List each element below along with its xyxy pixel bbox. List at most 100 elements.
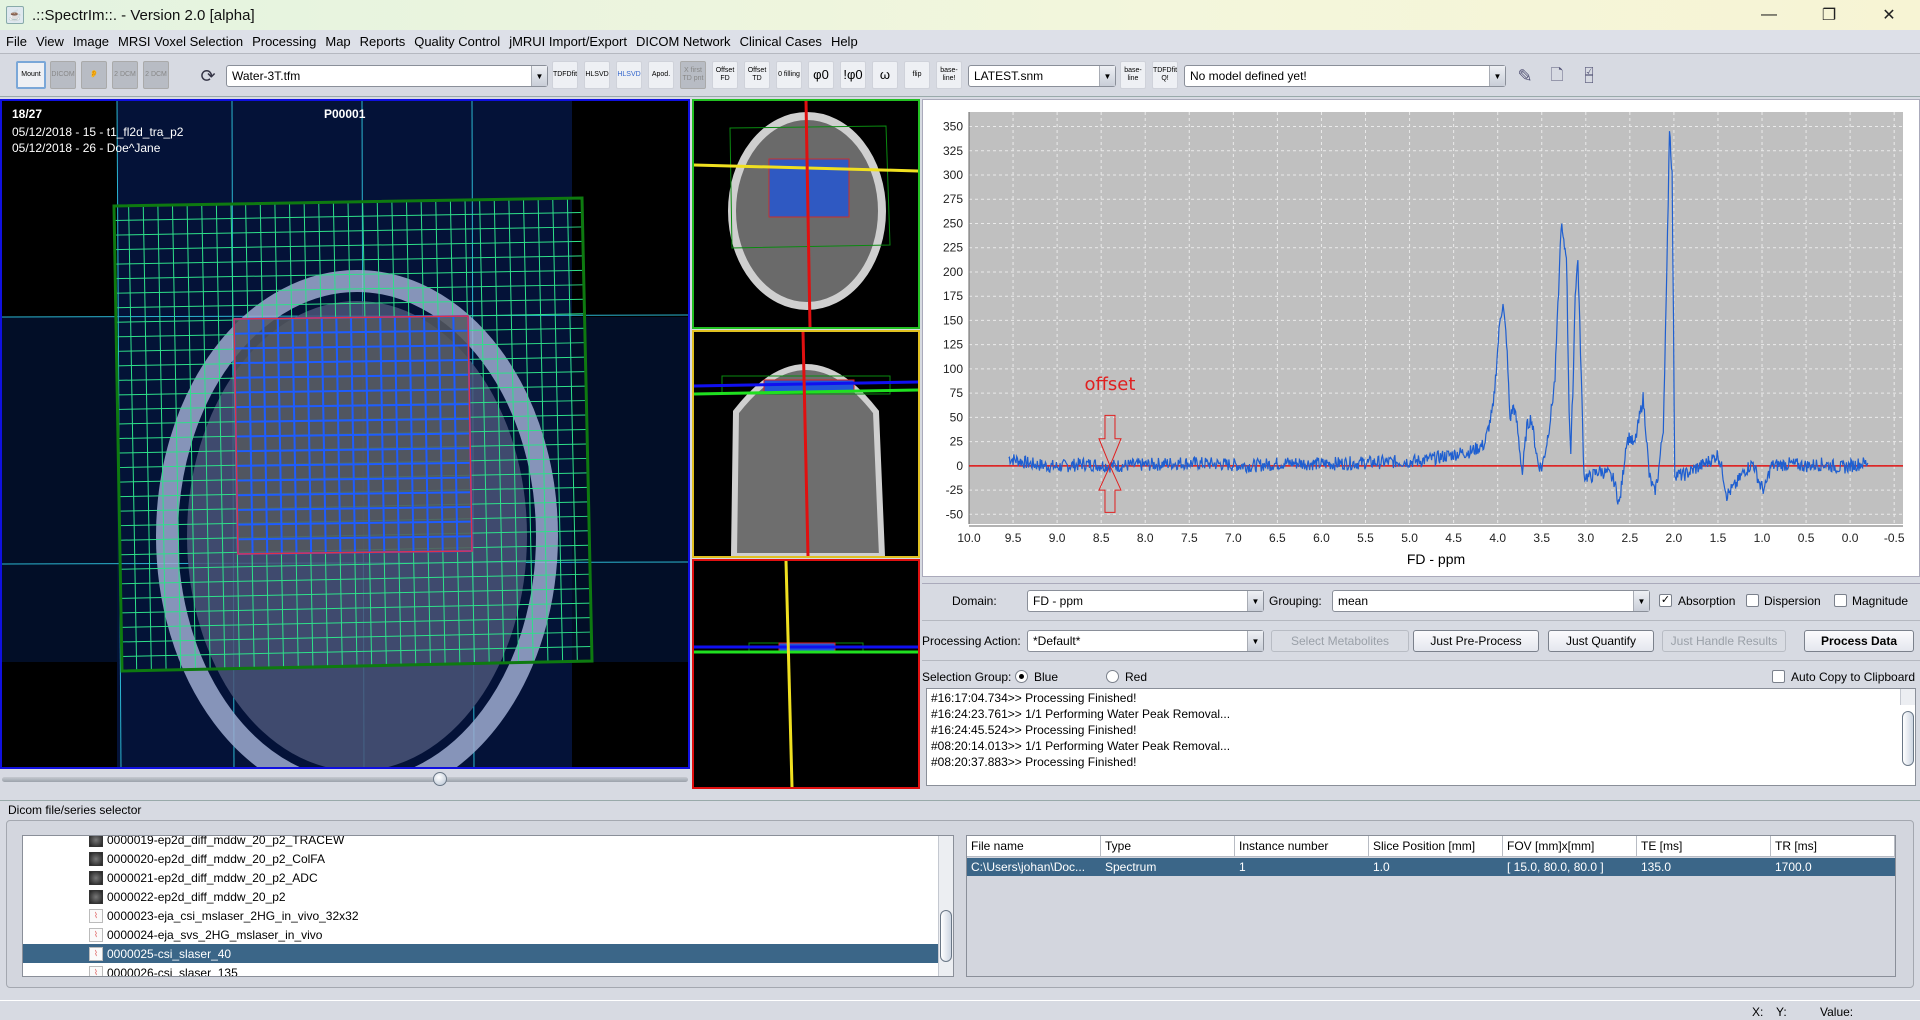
menu-mrsi-voxel-selection[interactable]: MRSI Voxel Selection [118,34,243,49]
menu-dicom-network[interactable]: DICOM Network [636,34,731,49]
slider-thumb[interactable] [432,772,447,786]
baseline-model-button[interactable]: base-line [1120,61,1146,89]
absorption-checkbox[interactable]: ✓ [1659,594,1672,607]
menu-view[interactable]: View [36,34,64,49]
series-list[interactable]: 0000019-ep2d_diff_mddw_20_p2_TRACEW 0000… [22,835,954,977]
x-tick-label: 1.0 [1754,531,1771,545]
scrollbar-thumb[interactable] [1902,711,1914,766]
mri-axial-image [2,101,688,767]
column-header-tr[interactable]: TR [ms] [1771,836,1895,857]
column-header-te[interactable]: TE [ms] [1637,836,1771,857]
grouping-select[interactable]: mean ▼ [1332,590,1650,612]
minimize-button[interactable]: — [1740,0,1798,30]
snm-file-select[interactable]: LATEST.snm ▼ [968,65,1116,87]
coronal-localizer-view[interactable] [692,330,920,558]
hlsvd-blue-button[interactable]: HLSVD [616,61,642,89]
just-handle-results-button[interactable]: Just Handle Results [1662,630,1786,652]
series-item[interactable]: 0000019-ep2d_diff_mddw_20_p2_TRACEW [23,836,941,849]
series-item[interactable]: ⌇ 0000026-csi_slaser_135 [23,963,941,976]
water-file-select[interactable]: Water-3T.tfm ▼ [226,65,548,87]
refresh-button[interactable]: ⟳ [196,61,220,91]
checklist-button[interactable]: ☑ ☐ [1576,61,1602,91]
offset-fd-button[interactable]: Offset FD [712,61,738,89]
auto-copy-checkbox[interactable] [1772,670,1785,683]
tdfdfit-quantify-button[interactable]: TDFDfit Q! [1152,61,1178,89]
baseline-button[interactable]: base-line! [936,61,962,89]
zero-filling-button[interactable]: 0 filling [776,61,802,89]
phase0-button[interactable]: φ0 [808,61,834,89]
sagittal-localizer-view[interactable] [692,559,920,789]
slider-track[interactable] [2,777,688,782]
tdfdfit-button[interactable]: TDFDfit [552,61,578,89]
model-select[interactable]: No model defined yet! ▼ [1184,65,1506,87]
column-header-instance-number[interactable]: Instance number [1235,836,1369,857]
dicom-selector-title: Dicom file/series selector [0,800,1920,820]
menu-file[interactable]: File [6,34,27,49]
series-label: 0000025-csi_slaser_40 [107,946,232,961]
spectrum-chart[interactable]: 10.0 9.5 9.0 8.5 8.0 7.5 7.0 6.5 6.0 5.5 5.0 4.5 4.0… [922,99,1920,577]
process-data-button[interactable]: Process Data [1804,630,1914,652]
series-item[interactable]: 0000020-ep2d_diff_mddw_20_p2_ColFA [23,849,941,868]
column-header-fov[interactable]: FOV [mm]x[mm] [1503,836,1637,857]
to-dcm-button-1[interactable]: 2 DCM [112,61,138,89]
menu-processing[interactable]: Processing [252,34,316,49]
domain-select[interactable]: FD - ppm ▼ [1027,590,1264,612]
splitter[interactable] [922,583,1920,586]
processing-action-select[interactable]: *Default* ▼ [1027,630,1264,652]
menu-jmrui-import-export[interactable]: jMRUI Import/Export [509,34,627,49]
y-tick-label: 175 [943,289,963,303]
omega-button[interactable]: ω [872,61,898,89]
magnitude-checkbox[interactable] [1834,594,1847,607]
just-quantify-button[interactable]: Just Quantify [1548,630,1654,652]
menu-map[interactable]: Map [325,34,350,49]
group-blue-radio[interactable] [1015,670,1028,683]
apodization-button[interactable]: Apod. [648,61,674,89]
close-button[interactable]: ✕ [1860,0,1918,30]
menu-image[interactable]: Image [73,34,109,49]
hlsvd-button[interactable]: HLSVD [584,61,610,89]
menu-clinical-cases[interactable]: Clinical Cases [740,34,822,49]
offset-td-button[interactable]: Offset TD [744,61,770,89]
x-first-td-button[interactable]: X first TD pnt [680,61,706,89]
series-list-scrollbar[interactable] [938,836,953,976]
dicom-ear-button[interactable]: 👂 [81,61,107,89]
scrollbar-thumb[interactable] [940,910,952,962]
menu-reports[interactable]: Reports [360,34,406,49]
mount-button[interactable]: Mount [16,61,46,89]
series-item[interactable]: 0000021-ep2d_diff_mddw_20_p2_ADC [23,868,941,887]
domain-value: FD - ppm [1033,594,1084,608]
menu-quality-control[interactable]: Quality Control [414,34,500,49]
spectrum-plot: 10.0 9.5 9.0 8.5 8.0 7.5 7.0 6.5 6.0 5.5 5.0 4.5 4.0… [943,112,1905,567]
mr-image-icon [89,836,103,847]
file-table[interactable]: File name Type Instance number Slice Pos… [966,835,1896,977]
series-item-selected[interactable]: ⌇ 0000025-csi_slaser_40 [23,944,941,963]
column-header-type[interactable]: Type [1101,836,1235,857]
phase0-auto-button[interactable]: !φ0 [840,61,866,89]
series-item[interactable]: ⌇ 0000024-eja_svs_2HG_mslaser_in_vivo [23,925,941,944]
edit-model-button[interactable]: ✎ [1512,61,1538,91]
main-image-view[interactable]: 18/27 P00001 05/12/2018 - 15 - t1_fl2d_t… [0,99,690,769]
y-tick-label: 100 [943,362,963,376]
flip-button[interactable]: flip [904,61,930,89]
new-model-button[interactable]: 🗋 [1544,61,1570,91]
series-item[interactable]: 0000022-ep2d_diff_mddw_20_p2 [23,887,941,906]
series-label: 0000024-eja_svs_2HG_mslaser_in_vivo [107,927,323,942]
column-header-slice-position[interactable]: Slice Position [mm] [1369,836,1503,857]
dispersion-checkbox[interactable] [1746,594,1759,607]
just-preprocess-button[interactable]: Just Pre-Process [1413,630,1539,652]
slice-slider[interactable] [0,772,690,786]
to-dcm-button-2[interactable]: 2 DCM [143,61,169,89]
axial-localizer-view[interactable] [692,99,920,329]
dicom-button[interactable]: DICOM [50,61,76,89]
menu-help[interactable]: Help [831,34,858,49]
log-scrollbar[interactable] [1900,689,1915,766]
processing-log[interactable]: #16:17:04.734>> Processing Finished! #16… [926,688,1916,786]
group-red-radio[interactable] [1106,670,1119,683]
offset-label: offset [1085,374,1136,395]
column-header-file-name[interactable]: File name [967,836,1101,857]
select-metabolites-button[interactable]: Select Metabolites [1271,630,1409,652]
model-select-value: No model defined yet! [1190,69,1307,83]
series-item[interactable]: ⌇ 0000023-eja_csi_mslaser_2HG_in_vivo_32x… [23,906,941,925]
restore-button[interactable]: ❐ [1800,0,1858,30]
status-value-label: Value: [1820,1005,1854,1019]
